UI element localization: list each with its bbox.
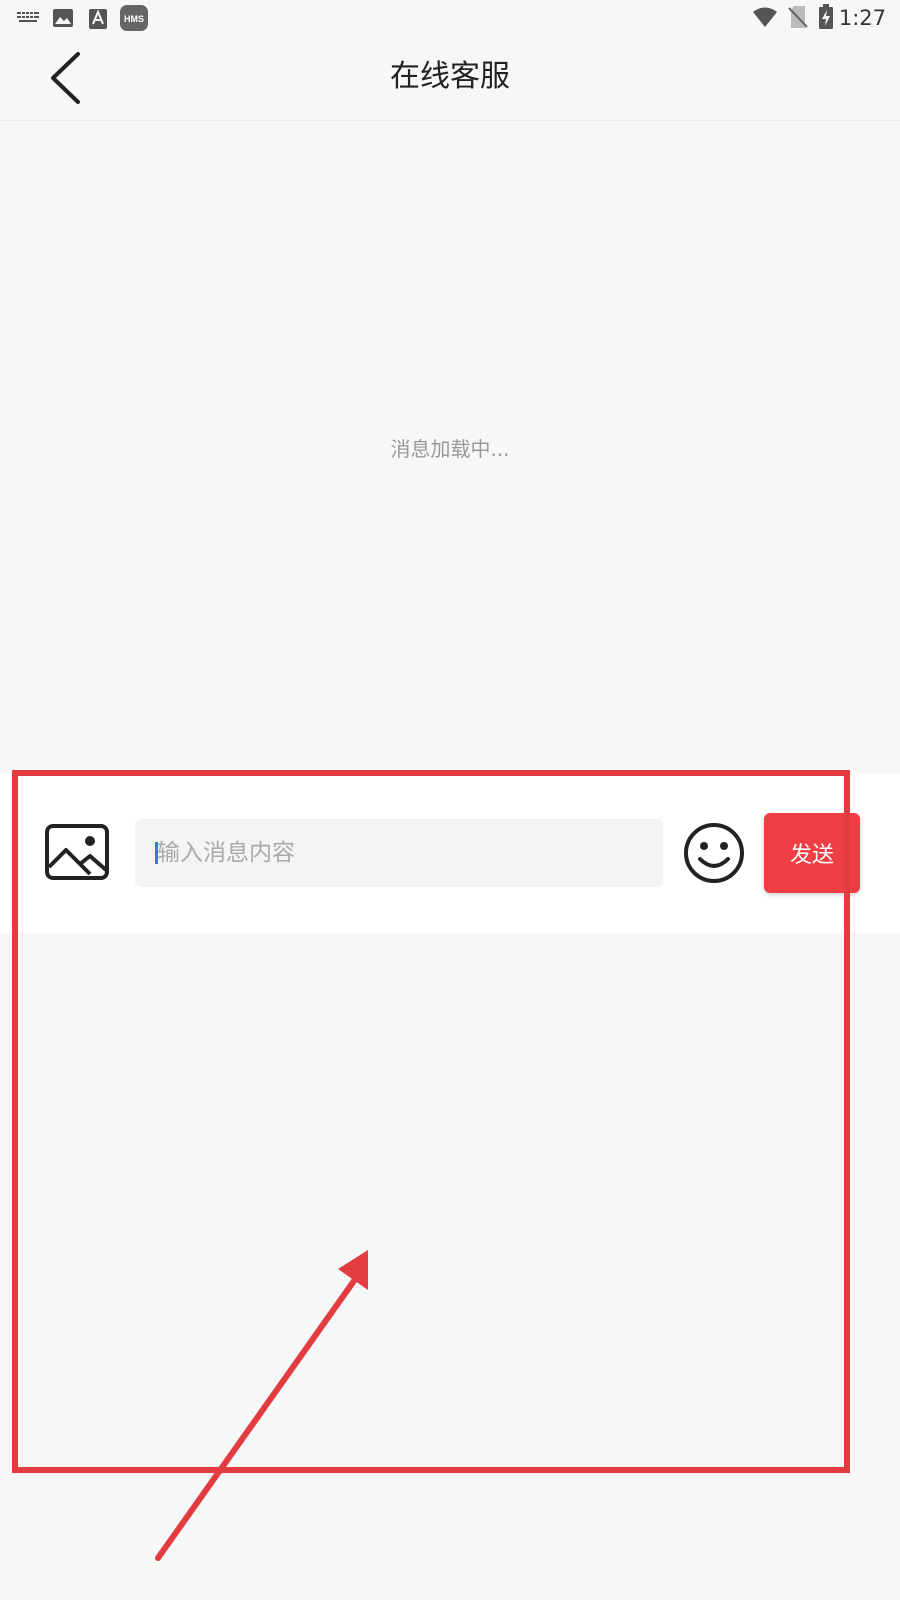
send-button[interactable]: 发送 xyxy=(764,813,860,893)
status-time: 1:27 xyxy=(838,6,886,30)
battery-charging-icon xyxy=(819,4,833,29)
pointer-arrow xyxy=(155,1250,368,1561)
messages-area[interactable]: 消息加载中... xyxy=(0,121,900,773)
wifi-icon xyxy=(753,7,777,27)
hms-label: HMS xyxy=(124,14,144,24)
emoji-button[interactable] xyxy=(682,821,746,885)
no-sim-icon xyxy=(788,6,808,28)
message-input[interactable] xyxy=(135,819,663,887)
message-composer: 发送 xyxy=(0,773,900,933)
image-icon xyxy=(45,824,109,880)
smiley-icon xyxy=(684,823,744,883)
image-button[interactable] xyxy=(44,823,110,881)
header-bar: 在线客服 xyxy=(0,36,900,121)
gallery-icon xyxy=(53,9,73,27)
font-a-icon xyxy=(89,9,107,29)
keyboard-icon xyxy=(17,12,39,22)
hms-icon: HMS xyxy=(120,5,148,31)
status-bar: HMS 1:27 xyxy=(0,0,900,36)
loading-text: 消息加载中... xyxy=(390,437,510,461)
page-title: 在线客服 xyxy=(390,59,510,94)
text-caret xyxy=(155,842,158,864)
